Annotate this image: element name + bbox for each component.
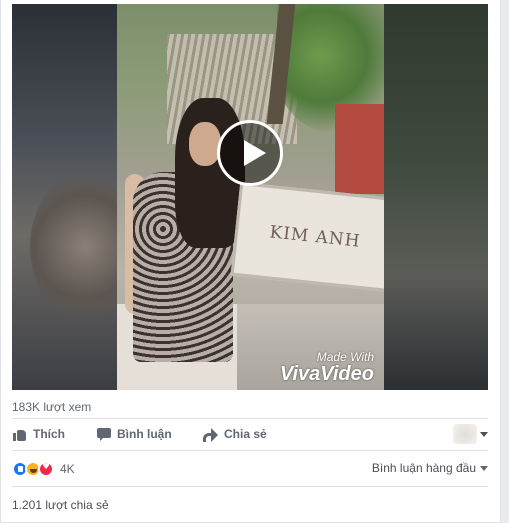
sign-text: KIM ANH (268, 222, 362, 252)
watermark-line1: Made With (316, 350, 374, 364)
comment-label: Bình luận (117, 427, 172, 441)
thumbs-up-icon (13, 428, 27, 441)
caret-down-icon (480, 431, 488, 437)
comment-sort-dropdown[interactable]: Bình luận hàng đầu (372, 461, 488, 475)
vivavideo-watermark: Made With VivaVideo (280, 350, 374, 384)
avatar (453, 424, 477, 444)
divider (12, 418, 488, 419)
watermark-line2: VivaVideo (279, 363, 374, 385)
video-blur-left (12, 4, 140, 390)
share-label: Chia sẻ (224, 427, 267, 441)
audience-selector[interactable] (453, 424, 488, 444)
like-label: Thích (33, 427, 65, 441)
reaction-count: 4K (60, 462, 75, 476)
divider (12, 486, 488, 487)
video-player[interactable]: KIM ANH Made With VivaVideo (12, 4, 488, 390)
share-icon (203, 428, 218, 442)
like-button[interactable]: Thích (13, 421, 65, 447)
video-frame: KIM ANH Made With VivaVideo (117, 4, 384, 390)
comment-icon (97, 428, 111, 441)
share-count[interactable]: 1.201 lượt chia sẻ (12, 498, 109, 512)
action-bar: Thích Bình luận Chia sẻ (12, 421, 488, 447)
caret-down-icon (480, 465, 488, 471)
share-button[interactable]: Chia sẻ (203, 421, 267, 447)
comment-button[interactable]: Bình luận (97, 421, 172, 447)
reactions-summary[interactable]: 4K (12, 460, 75, 478)
comment-sort-label: Bình luận hàng đầu (371, 461, 476, 475)
love-icon (38, 461, 54, 477)
video-post-card: KIM ANH Made With VivaVideo 183K lượt xe… (0, 0, 501, 523)
play-button[interactable] (217, 120, 283, 186)
video-blur-right (384, 4, 488, 390)
name-sign: KIM ANH (230, 181, 384, 293)
divider (12, 450, 488, 451)
view-count: 183K lượt xem (12, 400, 92, 414)
